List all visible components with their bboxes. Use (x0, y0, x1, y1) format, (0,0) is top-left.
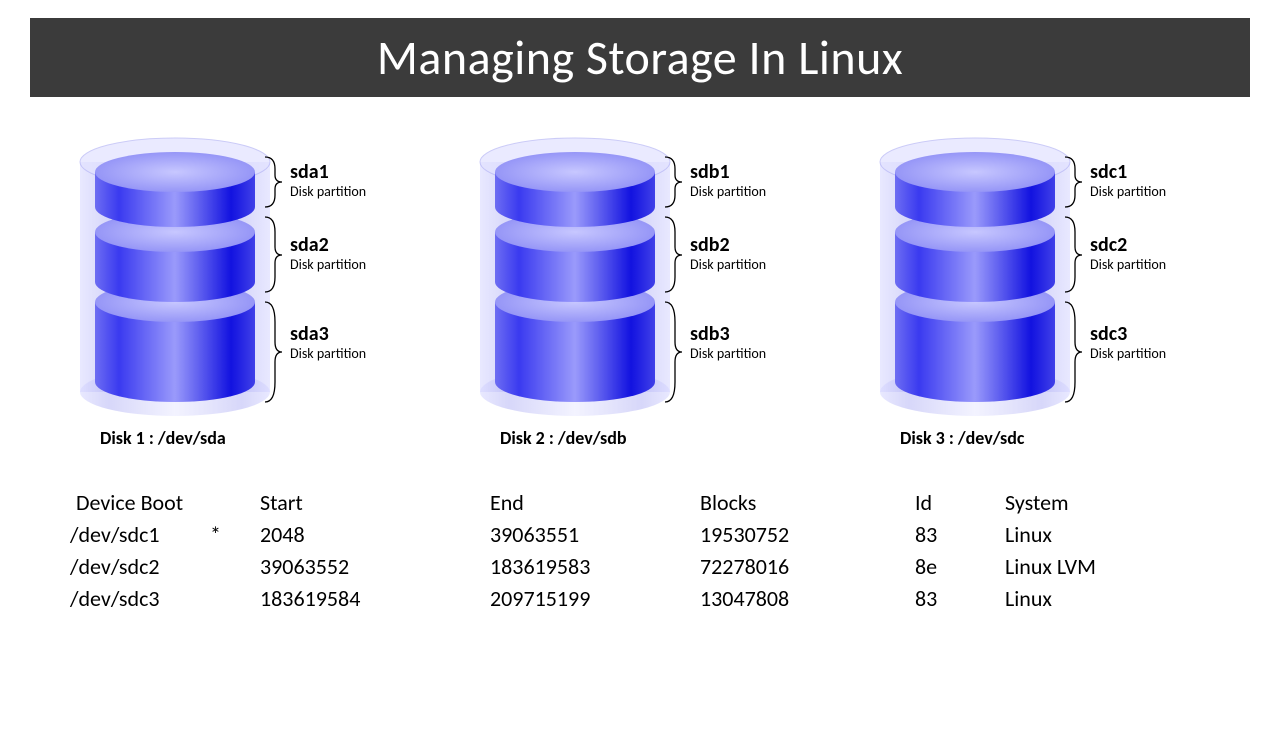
cell-id: 83 (915, 583, 1005, 615)
disk-1: sda1 Disk partition sda2 Disk partition … (60, 127, 420, 477)
cell-boot (210, 583, 260, 615)
page-title: Managing Storage In Linux (30, 18, 1250, 97)
disk-cylinder-icon (60, 127, 420, 447)
table-row: /dev/sdc1 * 2048 39063551 19530752 83 Li… (70, 519, 1210, 551)
col-start: Start (260, 487, 490, 519)
cell-end: 39063551 (490, 519, 700, 551)
disk-caption: Disk 1 : /dev/sda (100, 427, 226, 449)
partition-sublabel: Disk partition (690, 256, 766, 273)
cell-device: /dev/sdc1 (70, 519, 210, 551)
disk-cylinder-icon (460, 127, 820, 447)
partition-sublabel: Disk partition (1090, 183, 1166, 200)
partition-label: sda1 (290, 160, 329, 184)
partition-label: sdc1 (1090, 160, 1127, 184)
cell-start: 39063552 (260, 551, 490, 583)
cell-system: Linux (1005, 519, 1210, 551)
col-blocks: Blocks (700, 487, 915, 519)
table-row: /dev/sdc2 39063552 183619583 72278016 8e… (70, 551, 1210, 583)
partition-label: sdb1 (690, 160, 730, 184)
cell-end: 183619583 (490, 551, 700, 583)
cell-system: Linux (1005, 583, 1210, 615)
cell-start: 2048 (260, 519, 490, 551)
partition-label: sda2 (290, 233, 329, 257)
cell-device: /dev/sdc2 (70, 551, 210, 583)
partition-sublabel: Disk partition (290, 345, 366, 362)
col-end: End (490, 487, 700, 519)
table-row: /dev/sdc3 183619584 209715199 13047808 8… (70, 583, 1210, 615)
cell-id: 83 (915, 519, 1005, 551)
partition-label: sdc2 (1090, 233, 1127, 257)
col-id: Id (915, 487, 1005, 519)
disk-caption: Disk 2 : /dev/sdb (500, 427, 627, 449)
cell-end: 209715199 (490, 583, 700, 615)
col-device: Device (76, 489, 136, 516)
cell-id: 8e (915, 551, 1005, 583)
partition-sublabel: Disk partition (690, 183, 766, 200)
disk-diagram-row: sda1 Disk partition sda2 Disk partition … (40, 127, 1240, 477)
partition-label: sdc3 (1090, 322, 1127, 346)
cell-boot: * (210, 519, 260, 551)
cell-blocks: 72278016 (700, 551, 915, 583)
disk-2: sdb1 Disk partition sdb2 Disk partition … (460, 127, 820, 477)
partition-sublabel: Disk partition (290, 256, 366, 273)
partition-sublabel: Disk partition (1090, 256, 1166, 273)
partition-label: sdb2 (690, 233, 730, 257)
cell-start: 183619584 (260, 583, 490, 615)
partition-sublabel: Disk partition (1090, 345, 1166, 362)
partition-label: sdb3 (690, 322, 730, 346)
cell-blocks: 19530752 (700, 519, 915, 551)
cell-system: Linux LVM (1005, 551, 1210, 583)
cell-boot (210, 551, 260, 583)
table-header-row: Device Boot Start End Blocks Id System (70, 487, 1210, 519)
col-boot: Boot (141, 489, 184, 516)
partition-sublabel: Disk partition (690, 345, 766, 362)
disk-cylinder-icon (860, 127, 1220, 447)
cell-blocks: 13047808 (700, 583, 915, 615)
partition-sublabel: Disk partition (290, 183, 366, 200)
disk-caption: Disk 3 : /dev/sdc (900, 427, 1024, 449)
disk-3: sdc1 Disk partition sdc2 Disk partition … (860, 127, 1220, 477)
cell-device: /dev/sdc3 (70, 583, 210, 615)
partition-label: sda3 (290, 322, 329, 346)
partition-table: Device Boot Start End Blocks Id System /… (70, 487, 1210, 615)
col-system: System (1005, 487, 1210, 519)
